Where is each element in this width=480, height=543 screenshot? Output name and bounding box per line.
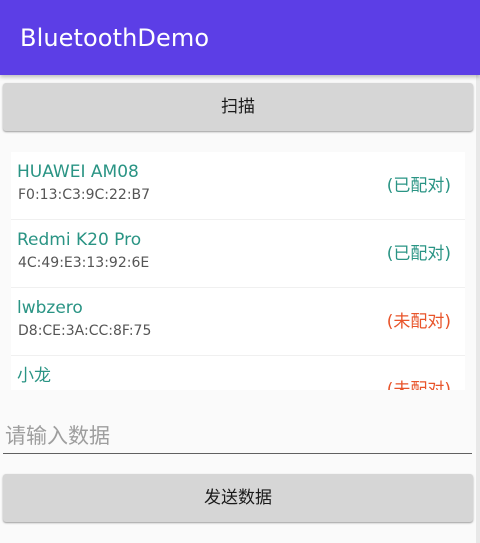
device-name: lwbzero: [17, 298, 83, 318]
device-status: (已配对): [386, 244, 451, 264]
device-name: HUAWEI AM08: [17, 162, 139, 182]
scan-button[interactable]: 扫描: [3, 83, 473, 131]
device-status: (已配对): [386, 176, 451, 196]
app-window: BluetoothDemo 扫描 HUAWEI AM08 F0:13:C3:9C…: [0, 0, 480, 543]
device-item[interactable]: Redmi K20 Pro 4C:49:E3:13:92:6E (已配对): [11, 220, 465, 288]
device-address: F0:13:C3:9C:22:B7: [18, 187, 151, 203]
device-status: (未配对): [386, 380, 451, 390]
device-status: (未配对): [386, 312, 451, 332]
device-name: Redmi K20 Pro: [17, 230, 142, 250]
app-bar: BluetoothDemo: [0, 0, 480, 75]
device-item[interactable]: 小龙 (未配对): [11, 356, 465, 390]
device-item[interactable]: HUAWEI AM08 F0:13:C3:9C:22:B7 (已配对): [11, 152, 465, 220]
device-name: 小龙: [17, 366, 51, 386]
data-input[interactable]: [3, 418, 472, 454]
device-address: D8:CE:3A:CC:8F:75: [18, 323, 152, 339]
window-edge: [476, 75, 480, 543]
send-data-button[interactable]: 发送数据: [3, 474, 473, 522]
app-title: BluetoothDemo: [20, 24, 210, 52]
device-address: 4C:49:E3:13:92:6E: [18, 255, 150, 271]
device-item[interactable]: lwbzero D8:CE:3A:CC:8F:75 (未配对): [11, 288, 465, 356]
device-list[interactable]: HUAWEI AM08 F0:13:C3:9C:22:B7 (已配对) Redm…: [11, 152, 465, 390]
